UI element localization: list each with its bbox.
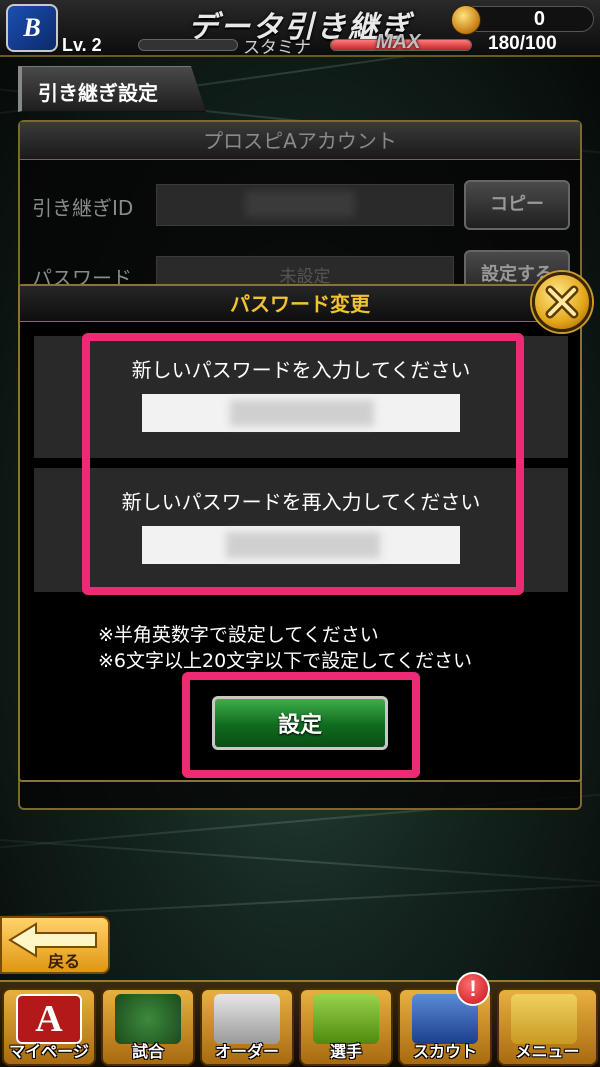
stamina-label: スタミナ: [243, 38, 311, 58]
note-alphanumeric: ※半角英数字で設定してください: [98, 624, 379, 646]
nav-label: 試合: [131, 1042, 164, 1061]
confirm-password-blur: [226, 532, 380, 558]
field-icon: [214, 994, 280, 1044]
transfer-id-field: [156, 184, 454, 226]
confirm-password-label: 新しいパスワードを再入力してください: [121, 490, 481, 514]
tab-transfer-settings[interactable]: 引き継ぎ設定: [18, 66, 206, 112]
new-password-blur: [230, 400, 374, 426]
submit-button[interactable]: 設定: [212, 696, 388, 750]
nav-item-game[interactable]: 試合: [101, 988, 195, 1066]
confirm-password-block: 新しいパスワードを再入力してください: [34, 468, 568, 592]
nav-item-order[interactable]: オーダー: [200, 988, 294, 1066]
mypage-icon: A: [16, 994, 82, 1044]
bottom-navigation: A マイページ 試合 オーダー 選手 スカウト メニュー: [0, 980, 600, 1067]
nav-label: マイページ: [9, 1042, 89, 1061]
menu-icon: [511, 994, 577, 1044]
nav-label: メニュー: [515, 1042, 580, 1061]
stadium-icon: [115, 994, 181, 1044]
nav-item-mypage[interactable]: A マイページ: [2, 988, 96, 1066]
new-password-label: 新しいパスワードを入力してください: [131, 358, 471, 382]
currency-display[interactable]: 0: [451, 5, 594, 35]
coin-icon: [451, 5, 481, 35]
transfer-id-blur: [245, 191, 355, 217]
nav-item-menu[interactable]: メニュー: [497, 988, 598, 1066]
account-panel-title: プロスピAアカウント: [20, 122, 580, 160]
tab-label: 引き継ぎ設定: [38, 81, 158, 105]
back-label: 戻る: [48, 952, 81, 971]
dialog-title: パスワード変更: [20, 286, 580, 322]
nav-label: スカウト: [412, 1042, 477, 1061]
close-icon: [545, 285, 579, 319]
scout-alert-badge: !: [456, 972, 490, 1006]
experience-bar: [138, 39, 238, 51]
back-button[interactable]: 戻る: [0, 916, 110, 974]
stamina-max-label: MAX: [376, 31, 421, 53]
status-bar: B データ引き継ぎ 0 Lv. 2 スタミナ MAX 180/100: [0, 0, 600, 58]
new-password-block: 新しいパスワードを入力してください: [34, 336, 568, 458]
stamina-count: 180/100: [488, 33, 557, 54]
transfer-id-label: 引き継ぎID: [32, 196, 134, 220]
level-label: Lv. 2: [62, 35, 102, 55]
note-length: ※6文字以上20文字以下で設定してください: [98, 650, 473, 672]
currency-value: 0: [533, 8, 545, 30]
nav-label: 選手: [329, 1042, 362, 1061]
close-button[interactable]: [532, 272, 592, 332]
copy-button[interactable]: コピー: [464, 180, 570, 230]
nav-label: オーダー: [214, 1042, 279, 1061]
player-icon: [313, 994, 379, 1044]
nav-item-players[interactable]: 選手: [299, 988, 393, 1066]
